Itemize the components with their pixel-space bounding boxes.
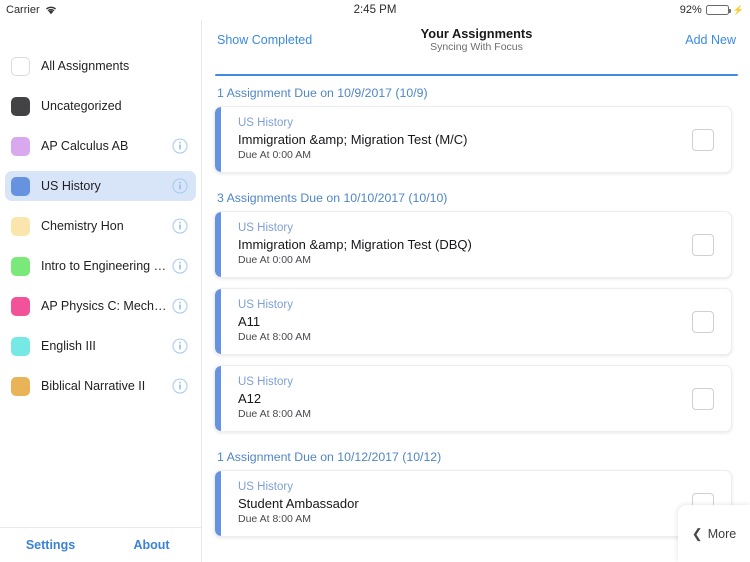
- status-bar-right: 92% ⚡: [680, 4, 744, 16]
- assignment-course-label: US History: [238, 222, 293, 234]
- status-bar-clock: 2:45 PM: [353, 4, 397, 16]
- sidebar-course-list: All Assignments Uncategorized AP Calculus …: [0, 20, 201, 401]
- assignment-card-body: US History Student Ambassador Due At 8:00 …: [215, 471, 692, 536]
- course-color-swatch: [11, 56, 30, 76]
- assignment-due-label: Due At 8:00 AM: [238, 513, 311, 525]
- course-color-swatch: [11, 256, 30, 276]
- sidebar-item-intro-to-engineering-design[interactable]: Intro to Engineering Design…: [5, 251, 196, 281]
- assignment-due-label: Due At 8:00 AM: [238, 331, 311, 343]
- assignment-card-body: US History Immigration &amp; Migration Te…: [215, 212, 692, 277]
- sidebar-item-biblical-narrative-ii[interactable]: Biblical Narrative II: [5, 371, 196, 401]
- course-accent-bar: [215, 471, 221, 536]
- assignment-card[interactable]: US History Student Ambassador Due At 8:00 …: [214, 470, 732, 537]
- sidebar-item-label: All Assignments: [41, 59, 130, 73]
- sidebar: All Assignments Uncategorized AP Calculus …: [0, 20, 202, 562]
- assignment-card-body: US History Immigration &amp; Migration Te…: [215, 107, 692, 172]
- sidebar-item-english-iii[interactable]: English III: [5, 331, 196, 361]
- course-accent-bar: [215, 366, 221, 431]
- assignment-title: Immigration &amp; Migration Test (DBQ): [238, 237, 472, 252]
- chevron-left-icon: ❮: [691, 526, 703, 541]
- assignment-card-body: US History A12 Due At 8:00 AM: [215, 366, 692, 431]
- add-new-button[interactable]: Add New: [685, 33, 736, 47]
- assignment-card[interactable]: US History Immigration &amp; Migration Te…: [214, 106, 732, 173]
- show-completed-button[interactable]: Show Completed: [217, 33, 312, 47]
- sidebar-item-chemistry-hon[interactable]: Chemistry Hon: [5, 211, 196, 241]
- course-color-swatch: [11, 296, 30, 316]
- more-button[interactable]: ❮ More: [678, 505, 750, 562]
- assignment-complete-checkbox[interactable]: [692, 233, 714, 256]
- sidebar-item-label: AP Physics C: Mechanics: [41, 299, 172, 313]
- course-color-swatch: [11, 96, 30, 116]
- assignment-title: Immigration &amp; Migration Test (M/C): [238, 132, 468, 147]
- sidebar-item-us-history[interactable]: US History: [5, 171, 196, 201]
- section-heading: 1 Assignment Due on 10/9/2017 (10/9): [217, 86, 428, 100]
- battery-percent-label: 92%: [679, 4, 702, 16]
- app-screen: Carrier 2:45 PM 92% ⚡ All Assignments Unc…: [0, 0, 750, 562]
- sidebar-item-label: Intro to Engineering Design…: [41, 259, 172, 273]
- info-icon[interactable]: [172, 138, 188, 154]
- sidebar-item-ap-calculus-ab[interactable]: AP Calculus AB: [5, 131, 196, 161]
- assignment-title: Student Ambassador: [238, 496, 359, 511]
- assignment-due-label: Due At 0:00 AM: [238, 149, 311, 161]
- top-toolbar: Show Completed Your Assignments Syncing …: [203, 20, 750, 60]
- battery-cap: [729, 9, 731, 13]
- lightning-bolt-icon: ⚡: [732, 4, 744, 15]
- sidebar-item-label: Uncategorized: [41, 99, 122, 113]
- assignment-complete-checkbox[interactable]: [692, 128, 714, 151]
- assignment-course-label: US History: [238, 481, 293, 493]
- course-accent-bar: [215, 107, 221, 172]
- sidebar-item-all-assignments[interactable]: All Assignments: [5, 51, 196, 81]
- info-icon[interactable]: [172, 298, 188, 314]
- assignment-course-label: US History: [238, 376, 293, 388]
- course-color-swatch: [11, 376, 30, 396]
- sidebar-item-label: Chemistry Hon: [41, 219, 124, 233]
- assignment-title: A11: [238, 314, 261, 329]
- course-color-swatch: [11, 136, 30, 156]
- section-heading: 1 Assignment Due on 10/12/2017 (10/12): [217, 450, 442, 464]
- course-color-swatch: [11, 216, 30, 236]
- assignment-complete-checkbox[interactable]: [692, 387, 714, 410]
- info-icon[interactable]: [172, 258, 188, 274]
- sidebar-item-label: English III: [41, 339, 96, 353]
- info-icon[interactable]: [172, 378, 188, 394]
- info-icon[interactable]: [172, 338, 188, 354]
- sidebar-item-label: US History: [41, 179, 101, 193]
- main-content: Show Completed Your Assignments Syncing …: [203, 20, 750, 562]
- assignment-card-body: US History A11 Due At 8:00 AM: [215, 289, 692, 354]
- settings-button[interactable]: Settings: [0, 538, 101, 552]
- course-accent-bar: [215, 289, 221, 354]
- status-bar: Carrier 2:45 PM 92% ⚡: [0, 0, 750, 20]
- battery-icon: [705, 5, 731, 15]
- assignment-card[interactable]: US History A11 Due At 8:00 AM: [214, 288, 732, 355]
- sidebar-item-label: AP Calculus AB: [41, 139, 129, 153]
- sidebar-item-ap-physics-c-mechanics[interactable]: AP Physics C: Mechanics: [5, 291, 196, 321]
- course-color-swatch: [11, 336, 30, 356]
- course-accent-bar: [215, 212, 221, 277]
- course-color-swatch: [11, 176, 30, 196]
- sidebar-footer: Settings About: [0, 527, 202, 562]
- info-icon[interactable]: [172, 218, 188, 234]
- assignment-due-label: Due At 0:00 AM: [238, 254, 311, 266]
- more-label: More: [707, 526, 737, 541]
- assignment-card[interactable]: US History Immigration &amp; Migration Te…: [214, 211, 732, 278]
- assignment-card[interactable]: US History A12 Due At 8:00 AM: [214, 365, 732, 432]
- assignments-scroll-area[interactable]: 1 Assignment Due on 10/9/2017 (10/9) US H…: [203, 78, 750, 562]
- assignment-due-label: Due At 8:00 AM: [238, 408, 311, 420]
- assignment-course-label: US History: [238, 117, 293, 129]
- sidebar-item-uncategorized[interactable]: Uncategorized: [5, 91, 196, 121]
- assignment-complete-checkbox[interactable]: [692, 310, 714, 333]
- sidebar-item-label: Biblical Narrative II: [41, 379, 146, 393]
- assignment-course-label: US History: [238, 299, 293, 311]
- info-icon[interactable]: [172, 178, 188, 194]
- assignment-title: A12: [238, 391, 262, 406]
- section-heading: 3 Assignments Due on 10/10/2017 (10/10): [217, 191, 448, 205]
- about-button[interactable]: About: [101, 538, 202, 552]
- sync-progress-bar: [215, 74, 738, 76]
